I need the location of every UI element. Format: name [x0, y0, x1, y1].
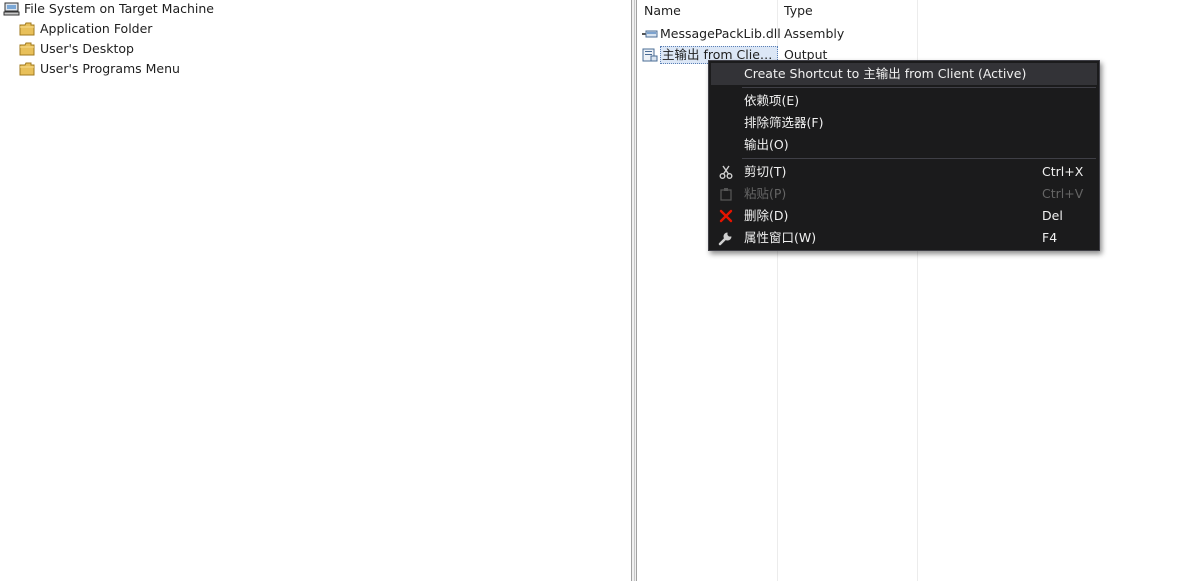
assembly-icon — [642, 27, 658, 41]
menu-item-delete[interactable]: 删除(D) Del — [711, 205, 1097, 227]
folder-icon — [19, 41, 36, 57]
scissors-icon — [711, 161, 741, 183]
tree-item-label: User's Programs Menu — [40, 61, 180, 76]
column-header-type[interactable]: Type — [777, 0, 917, 23]
folder-icon — [19, 21, 36, 37]
wrench-icon — [711, 227, 741, 249]
menu-separator — [742, 87, 1096, 88]
file-system-editor: File System on Target Machine Applicatio… — [0, 0, 1188, 581]
menu-item-properties-window[interactable]: 属性窗口(W) F4 — [711, 227, 1097, 249]
context-menu: Create Shortcut to 主输出 from Client (Acti… — [708, 60, 1100, 251]
folder-icon — [19, 61, 36, 77]
splitter-line — [634, 0, 635, 581]
menu-item-label: 剪切(T) — [744, 164, 787, 179]
delete-icon — [711, 205, 741, 227]
menu-item-shortcut: Del — [1042, 208, 1063, 223]
tree-item-users-programs-menu[interactable]: User's Programs Menu — [19, 59, 180, 79]
menu-item-label: 删除(D) — [744, 208, 789, 223]
list-row-messagepacklib[interactable]: MessagePackLib.dll Assembly — [637, 23, 937, 44]
menu-item-paste[interactable]: 粘贴(P) Ctrl+V — [711, 183, 1097, 205]
project-output-icon — [642, 48, 658, 62]
menu-item-dependencies[interactable]: 依赖项(E) — [711, 90, 1097, 112]
file-system-tree: File System on Target Machine Applicatio… — [0, 0, 631, 581]
menu-item-label: 排除筛选器(F) — [744, 115, 824, 130]
tree-item-application-folder[interactable]: Application Folder — [19, 19, 152, 39]
menu-item-create-shortcut[interactable]: Create Shortcut to 主输出 from Client (Acti… — [711, 63, 1097, 85]
row-name-text: MessagePackLib.dll — [660, 26, 781, 41]
cell-name: MessagePackLib.dll — [642, 23, 781, 44]
menu-item-label: 粘贴(P) — [744, 186, 787, 201]
computer-icon — [3, 1, 20, 17]
cell-type: Assembly — [784, 26, 845, 41]
menu-item-output[interactable]: 输出(O) — [711, 134, 1097, 156]
tree-item-users-desktop[interactable]: User's Desktop — [19, 39, 134, 59]
tree-item-label: Application Folder — [40, 21, 153, 36]
tree-item-label: User's Desktop — [40, 41, 134, 56]
tree-root-file-system[interactable]: File System on Target Machine — [3, 0, 214, 19]
menu-item-label: 输出(O) — [744, 137, 789, 152]
menu-separator — [742, 158, 1096, 159]
menu-item-shortcut: Ctrl+V — [1042, 186, 1084, 201]
tree-root-label: File System on Target Machine — [24, 1, 214, 16]
menu-item-exclude-filter[interactable]: 排除筛选器(F) — [711, 112, 1097, 134]
menu-item-label: 属性窗口(W) — [744, 230, 817, 245]
menu-item-cut[interactable]: 剪切(T) Ctrl+X — [711, 161, 1097, 183]
menu-item-shortcut: F4 — [1042, 230, 1058, 245]
clipboard-icon — [711, 183, 741, 205]
column-header-name[interactable]: Name — [637, 0, 777, 23]
menu-item-label: Create Shortcut to 主输出 from Client (Acti… — [744, 66, 1027, 81]
menu-item-shortcut: Ctrl+X — [1042, 164, 1084, 179]
menu-item-label: 依赖项(E) — [744, 93, 800, 108]
